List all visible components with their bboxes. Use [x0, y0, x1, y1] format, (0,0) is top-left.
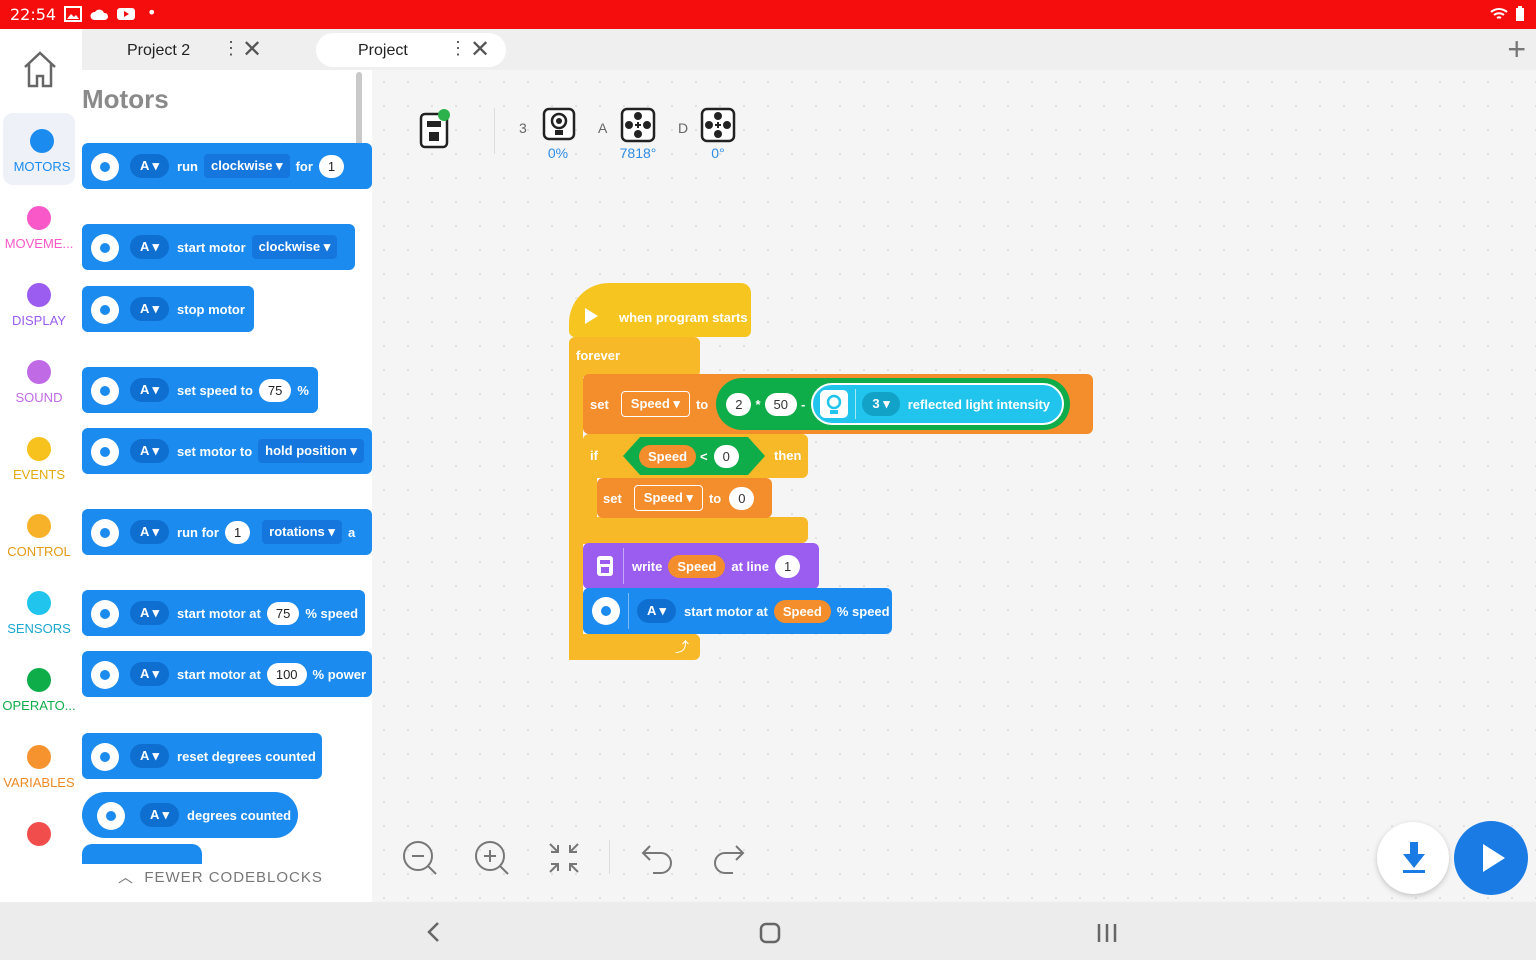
block-palette: Motors A ▾ run clockwise ▾ for 1 A ▾ sta… [82, 70, 372, 902]
motor-icon [97, 802, 125, 830]
palette-block-set-motor-to[interactable]: A ▾ set motor to hold position ▾ [82, 428, 372, 474]
palette-block-stop-motor[interactable]: A ▾ stop motor [82, 286, 254, 332]
light-sensor-icon[interactable] [542, 107, 576, 141]
motor-icon [91, 438, 119, 466]
tab-menu-icon[interactable]: ⋮ [222, 38, 240, 59]
home-icon[interactable] [22, 49, 58, 89]
category-motors[interactable]: MOTORS [3, 113, 75, 185]
forever-arm [569, 360, 583, 660]
motor-icon [91, 600, 119, 628]
light-sensor-icon [820, 390, 849, 418]
category-more[interactable] [0, 806, 78, 878]
status-time: 22:54 [10, 5, 57, 24]
zoom-reset-icon[interactable] [546, 840, 582, 876]
cloud-icon [90, 9, 109, 20]
motor-icon [91, 153, 119, 181]
loop-arrow-icon: ⤴ [675, 639, 689, 655]
port-label: D [678, 120, 689, 136]
forever-bottom[interactable]: ⤴ [569, 634, 700, 660]
category-display[interactable]: DISPLAY [0, 267, 78, 339]
divider [609, 840, 610, 874]
palette-block-start-motor[interactable]: A ▾ start motor clockwise ▾ [82, 224, 355, 270]
if-block[interactable]: if Speed < 0 then [583, 434, 808, 478]
zoom-out-icon[interactable] [401, 840, 439, 876]
palette-block-run-for[interactable]: A ▾ run clockwise ▾ for 1 [82, 143, 372, 189]
palette-block-set-speed[interactable]: A ▾ set speed to 75 % [82, 367, 318, 413]
status-bar: 22:54 • [0, 0, 1536, 29]
subtract-operator[interactable]: 2 * 50 - 3 ▾ reflected light intensity [716, 378, 1071, 430]
add-tab-icon[interactable]: + [1507, 31, 1526, 68]
run-program-button[interactable] [1454, 821, 1528, 895]
redo-icon[interactable] [710, 840, 746, 876]
category-movement[interactable]: MOVEME... [0, 190, 78, 262]
palette-block-start-motor-power[interactable]: A ▾ start motor at 100 % power [82, 651, 372, 697]
gallery-icon [64, 6, 82, 22]
palette-block-start-motor-speed[interactable]: A ▾ start motor at 75 % speed [82, 590, 365, 636]
tab-project[interactable]: Project ⋮ ✕ [316, 33, 506, 67]
back-icon[interactable] [424, 921, 444, 943]
write-display-block[interactable]: write Speed at line 1 [583, 543, 819, 589]
battery-icon [1516, 6, 1524, 21]
undo-icon[interactable] [640, 840, 676, 876]
palette-scrollbar[interactable] [356, 72, 362, 152]
motor-icon [91, 377, 119, 405]
palette-title: Motors [82, 84, 169, 114]
recents-icon[interactable] [1096, 922, 1118, 944]
tab-menu-icon[interactable]: ⋮ [449, 38, 467, 59]
category-operators[interactable]: OPERATO... [0, 652, 78, 724]
port-value: 0% [547, 145, 569, 161]
close-icon[interactable]: ✕ [242, 35, 262, 64]
palette-block-partial[interactable] [82, 844, 202, 864]
forever-block[interactable]: forever [569, 337, 700, 377]
hat-block[interactable]: when program starts [569, 283, 751, 337]
set-variable-block[interactable]: set Speed ▾ to 0 [597, 478, 772, 518]
set-variable-block[interactable]: set Speed ▾ to 2 * 50 - 3 ▾ reflected li… [583, 374, 1093, 434]
home-nav-icon[interactable] [758, 921, 782, 945]
port-value: 0° [711, 145, 725, 161]
start-motor-block[interactable]: A ▾ start motor at Speed % speed [583, 588, 892, 634]
category-variables[interactable]: VARIABLES [0, 729, 78, 801]
motor-icon [91, 743, 119, 771]
program-canvas[interactable] [372, 70, 1536, 902]
close-icon[interactable]: ✕ [470, 35, 490, 64]
palette-block-reset-degrees[interactable]: A ▾ reset degrees counted [82, 733, 322, 779]
motor-icon [592, 597, 620, 625]
play-icon [1483, 844, 1505, 872]
youtube-icon [117, 8, 135, 20]
system-nav-bar [0, 902, 1536, 960]
category-dot [30, 129, 54, 153]
category-sidebar: MOTORS MOVEME... DISPLAY SOUND EVENTS CO… [0, 29, 82, 902]
zoom-in-icon[interactable] [473, 840, 511, 876]
divider [494, 108, 495, 154]
reflected-light-reporter[interactable]: 3 ▾ reflected light intensity [811, 383, 1065, 425]
download-arrow-icon [1403, 842, 1425, 873]
play-icon [585, 308, 598, 324]
wifi-icon [1490, 8, 1508, 19]
chevron-up-icon: ︿ [118, 869, 135, 886]
motor-icon [91, 661, 119, 689]
motor-port-icon[interactable] [620, 107, 656, 143]
motor-icon [91, 296, 119, 324]
hub-display-icon [597, 556, 613, 576]
fewer-codeblocks-button[interactable]: ︿ FEWER CODEBLOCKS [118, 866, 323, 887]
palette-block-run-for-rotations[interactable]: A ▾ run for 1 rotations ▾ a [82, 509, 372, 555]
port-label: 3 [519, 120, 527, 136]
motor-port-icon[interactable] [700, 107, 736, 143]
tab-bar: Project 2 ⋮ ✕ Project ⋮ ✕ + [82, 29, 1536, 70]
category-sound[interactable]: SOUND [0, 344, 78, 416]
port-label: A [598, 120, 608, 136]
category-events[interactable]: EVENTS [0, 421, 78, 493]
category-sensors[interactable]: SENSORS [0, 575, 78, 647]
tab-project-2[interactable]: Project 2 ⋮ ✕ [82, 33, 282, 67]
if-bottom [583, 517, 808, 543]
download-button[interactable] [1377, 822, 1449, 894]
notification-dot-icon: • [147, 3, 157, 22]
category-control[interactable]: CONTROL [0, 498, 78, 570]
less-than-operator[interactable]: Speed < 0 [623, 437, 765, 475]
palette-block-degrees-counted[interactable]: A ▾ degrees counted [82, 792, 298, 838]
port-value: 7818° [619, 145, 657, 161]
hub-icon[interactable] [418, 108, 454, 150]
motor-icon [91, 234, 119, 262]
motor-icon [91, 519, 119, 547]
